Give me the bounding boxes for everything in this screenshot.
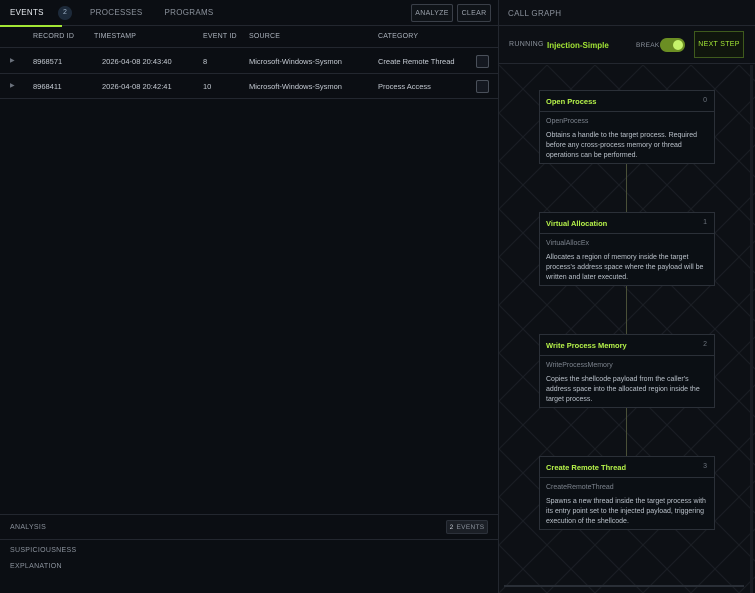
call-graph-canvas: Open Process 0 OpenProcess Obtains a han…: [499, 65, 755, 593]
analysis-panel: ANALYSIS 2 EVENTS SUSPICIOUSNESS EXPLANA…: [0, 514, 498, 593]
explanation-label: EXPLANATION: [10, 563, 62, 570]
cell-timestamp: 2026-04-08 20:43:40: [102, 57, 172, 66]
node-title: Open Process: [546, 97, 597, 106]
analysis-events-badge: 2 EVENTS: [446, 520, 488, 534]
row-checkbox[interactable]: [476, 55, 489, 68]
edge-2-3: [626, 408, 627, 456]
analysis-title: ANALYSIS: [10, 524, 47, 531]
edge-0-1: [626, 164, 627, 212]
tab-processes-label: PROCESSES: [90, 8, 143, 17]
node-header: Create Remote Thread 3: [540, 457, 714, 478]
col-event-id[interactable]: EVENT ID: [203, 33, 237, 40]
tab-events[interactable]: EVENTS: [0, 0, 62, 27]
node-title: Virtual Allocation: [546, 219, 608, 228]
analysis-events-count: 2: [449, 523, 454, 531]
node-header: Virtual Allocation 1: [540, 213, 714, 234]
tab-bar: EVENTS 2 PROCESSES PROGRAMS ANALYZE CLEA…: [0, 0, 498, 27]
node-index: 2: [703, 341, 707, 348]
col-category[interactable]: CATEGORY: [378, 33, 418, 40]
break-label: BREAK: [636, 42, 660, 49]
tab-programs[interactable]: PROGRAMS: [155, 0, 224, 26]
col-record-id[interactable]: RECORD ID: [33, 33, 74, 40]
col-source[interactable]: SOURCE: [249, 33, 280, 40]
cell-event-id: 8: [203, 57, 208, 66]
node-function: VirtualAllocEx: [546, 240, 590, 247]
events-panel: EVENTS 2 PROCESSES PROGRAMS ANALYZE CLEA…: [0, 0, 499, 593]
node-function: OpenProcess: [546, 118, 589, 125]
node-title: Write Process Memory: [546, 341, 627, 350]
call-node-write-process-memory[interactable]: Write Process Memory 2 WriteProcessMemor…: [539, 334, 715, 408]
call-graph-controls: RUNNING Injection-Simple BREAK NEXT STEP: [499, 26, 755, 64]
cell-event-id: 10: [203, 82, 212, 91]
node-description: Obtains a handle to the target process. …: [546, 132, 697, 159]
break-toggle[interactable]: [660, 38, 685, 52]
call-graph-title: CALL GRAPH: [508, 9, 562, 18]
node-function: CreateRemoteThread: [546, 484, 614, 491]
expand-icon[interactable]: ▶: [10, 57, 15, 64]
analysis-header: ANALYSIS 2 EVENTS: [0, 515, 498, 540]
node-description: Copies the shellcode payload from the ca…: [546, 376, 700, 403]
node-header: Open Process 0: [540, 91, 714, 112]
running-label: RUNNING: [509, 41, 544, 48]
next-step-button[interactable]: NEXT STEP: [694, 31, 744, 58]
cell-source: Microsoft-Windows-Sysmon: [249, 82, 342, 91]
running-scenario-name: Injection-Simple: [547, 41, 609, 50]
call-node-virtual-allocation[interactable]: Virtual Allocation 1 VirtualAllocEx Allo…: [539, 212, 715, 286]
col-timestamp[interactable]: TIMESTAMP: [94, 33, 136, 40]
node-description: Spawns a new thread inside the target pr…: [546, 498, 706, 525]
cell-source: Microsoft-Windows-Sysmon: [249, 57, 342, 66]
table-row[interactable]: ▶ 8968571 2026-04-08 20:43:40 8 Microsof…: [0, 49, 498, 74]
tab-programs-label: PROGRAMS: [164, 8, 214, 17]
table-header: RECORD ID TIMESTAMP EVENT ID SOURCE CATE…: [0, 26, 498, 48]
cell-record-id: 8968411: [33, 82, 62, 91]
node-description: Allocates a region of memory inside the …: [546, 254, 704, 281]
graph-vertical-scrollbar[interactable]: [750, 65, 753, 593]
expand-icon[interactable]: ▶: [10, 82, 15, 89]
node-function: WriteProcessMemory: [546, 362, 613, 369]
node-index: 0: [703, 97, 707, 104]
node-title: Create Remote Thread: [546, 463, 627, 472]
table-row[interactable]: ▶ 8968411 2026-04-08 20:42:41 10 Microso…: [0, 74, 498, 99]
clear-button[interactable]: CLEAR: [457, 4, 491, 22]
call-node-create-remote-thread[interactable]: Create Remote Thread 3 CreateRemoteThrea…: [539, 456, 715, 530]
node-index: 3: [703, 463, 707, 470]
edge-1-2: [626, 286, 627, 334]
cell-category: Create Remote Thread: [378, 57, 455, 66]
call-graph-header: CALL GRAPH: [499, 0, 755, 26]
cell-record-id: 8968571: [33, 57, 63, 66]
cell-timestamp: 2026-04-08 20:42:41: [102, 82, 172, 91]
analysis-events-label: EVENTS: [456, 523, 485, 531]
node-header: Write Process Memory 2: [540, 335, 714, 356]
row-checkbox[interactable]: [476, 80, 489, 93]
node-index: 1: [703, 219, 707, 226]
app-root: EVENTS 2 PROCESSES PROGRAMS ANALYZE CLEA…: [0, 0, 755, 593]
cell-category: Process Access: [378, 82, 431, 91]
call-graph-panel: CALL GRAPH RUNNING Injection-Simple BREA…: [499, 0, 755, 593]
tab-processes[interactable]: PROCESSES: [80, 0, 153, 26]
call-node-open-process[interactable]: Open Process 0 OpenProcess Obtains a han…: [539, 90, 715, 164]
suspiciousness-label: SUSPICIOUSNESS: [10, 547, 77, 554]
tab-events-label: EVENTS: [10, 8, 44, 17]
analyze-button[interactable]: ANALYZE: [411, 4, 453, 22]
graph-horizontal-scrollbar[interactable]: [504, 585, 744, 587]
